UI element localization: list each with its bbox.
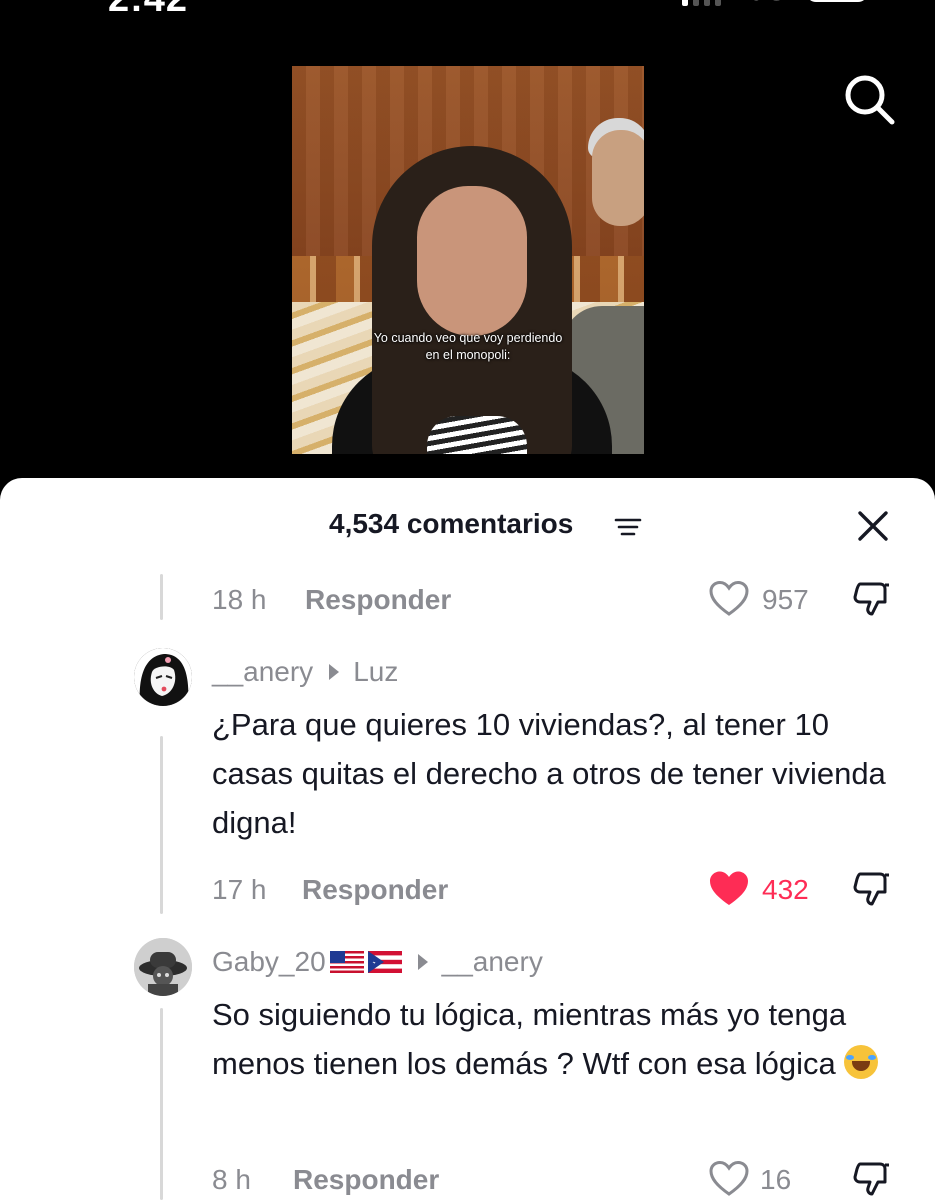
reply-button[interactable]: Responder bbox=[293, 1164, 439, 1196]
comments-header: 4,534 comentarios bbox=[0, 508, 935, 544]
reply-arrow-icon bbox=[417, 953, 428, 970]
thread-line bbox=[160, 1008, 163, 1200]
dislike-icon[interactable] bbox=[852, 580, 892, 618]
puerto-rico-flag-icon bbox=[367, 951, 402, 973]
heart-icon[interactable] bbox=[708, 1160, 750, 1198]
video-caption-line-1: Yo cuando veo que voy perdiendo bbox=[373, 331, 563, 345]
like-count: 957 bbox=[762, 584, 809, 615]
avatar[interactable] bbox=[134, 938, 192, 996]
signal-icon bbox=[682, 0, 726, 6]
avatar[interactable] bbox=[134, 648, 192, 706]
comment-text: ¿Para que quieres 10 viviendas?, al tene… bbox=[212, 707, 886, 840]
avatar-image bbox=[134, 938, 192, 996]
comment-time: 18 h bbox=[212, 584, 267, 615]
like-count: 16 bbox=[760, 1164, 792, 1195]
video-caption-line-2: en el monopoli: bbox=[425, 348, 511, 362]
battery-icon bbox=[806, 0, 868, 2]
thread-line bbox=[160, 736, 163, 914]
username-text[interactable]: Gaby_20 bbox=[212, 946, 326, 977]
dislike-icon[interactable] bbox=[852, 1160, 892, 1198]
comment-time: 17 h bbox=[212, 874, 267, 905]
comment-text-body: So siguiendo tu lógica, mientras más yo … bbox=[212, 997, 847, 1081]
us-flag-icon bbox=[329, 951, 364, 973]
comment-username: Gaby_20 __anery bbox=[212, 946, 543, 978]
video-woman-top bbox=[427, 416, 527, 454]
comment-time: 8 h bbox=[212, 1164, 251, 1195]
heart-icon[interactable] bbox=[708, 580, 750, 618]
status-bar: 2:42 5G bbox=[0, 0, 935, 21]
comment-username: __anery Luz bbox=[212, 656, 398, 688]
reply-button[interactable]: Responder bbox=[305, 584, 451, 616]
laughing-emoji-icon bbox=[844, 1045, 879, 1079]
video-man-head bbox=[592, 130, 644, 226]
filter-icon[interactable] bbox=[614, 517, 642, 537]
network-type: 5G bbox=[748, 0, 788, 8]
thread-line bbox=[160, 574, 163, 620]
comment-text: So siguiendo tu lógica, mientras más yo … bbox=[212, 990, 912, 1088]
video-caption: Yo cuando veo que voy perdiendo en el mo… bbox=[292, 330, 644, 364]
reply-button[interactable]: Responder bbox=[302, 874, 448, 906]
dislike-icon[interactable] bbox=[852, 870, 892, 908]
reply-arrow-icon bbox=[329, 663, 340, 680]
like-count: 432 bbox=[762, 874, 809, 905]
reply-to-username[interactable]: __anery bbox=[442, 946, 543, 977]
heart-icon[interactable] bbox=[708, 870, 750, 908]
username-text[interactable]: __anery bbox=[212, 656, 313, 687]
close-icon[interactable] bbox=[856, 509, 890, 543]
reply-to-username[interactable]: Luz bbox=[353, 656, 398, 687]
comment-count: 4,534 comentarios bbox=[329, 508, 574, 539]
status-time: 2:42 bbox=[108, 0, 188, 21]
search-icon[interactable] bbox=[842, 72, 896, 126]
video-player[interactable]: Yo cuando veo que voy perdiendo en el mo… bbox=[292, 66, 644, 454]
comments-sheet: 4,534 comentarios 18 h Responder 957 __a… bbox=[0, 478, 935, 1200]
video-woman-face bbox=[417, 186, 527, 336]
avatar-image bbox=[134, 648, 192, 706]
